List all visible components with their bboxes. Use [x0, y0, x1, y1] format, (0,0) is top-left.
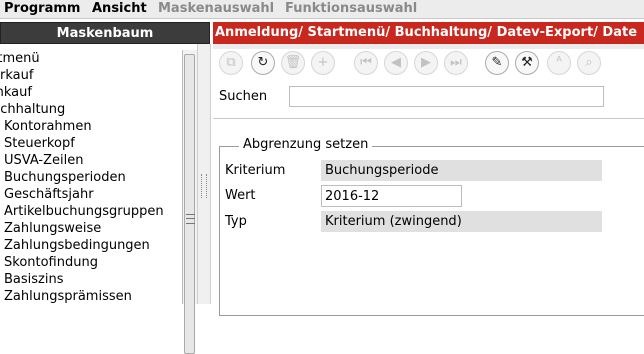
kriterium-field: Buchungsperiode	[321, 160, 602, 181]
search-label: Suchen	[219, 89, 268, 104]
typ-label: Typ	[225, 214, 247, 229]
search-replace-icon[interactable]: ᴬ	[547, 51, 571, 75]
group-legend: Abgrenzung setzen	[239, 137, 373, 153]
tree-item[interactable]: Basiszins	[4, 271, 182, 288]
panel-splitter[interactable]	[197, 44, 211, 304]
search-record-icon[interactable]: ⌕	[577, 51, 601, 75]
tree-item[interactable]: Geschäftsjahr	[4, 186, 182, 203]
tree-item[interactable]: USVA-Zeilen	[4, 152, 182, 169]
new-window-icon[interactable]: ⧉	[219, 51, 243, 75]
menu-ansicht[interactable]: Ansicht	[92, 0, 147, 18]
menu-programm[interactable]: Programm	[4, 0, 80, 18]
tree-item[interactable]: inkauf	[0, 84, 182, 101]
delete-icon[interactable]: 🗑	[281, 51, 305, 75]
splitter-grip-icon	[201, 174, 207, 198]
tree-item[interactable]: Skontofindung	[4, 254, 182, 271]
menu-funktionsauswahl[interactable]: Funktionsauswahl	[285, 0, 417, 18]
wert-label: Wert	[225, 188, 256, 203]
tree-item[interactable]: uchhaltung	[0, 101, 182, 118]
menu-bar: Programm Ansicht Maskenauswahl Funktions…	[0, 0, 644, 19]
next-record-icon[interactable]: ▶	[414, 51, 438, 75]
wert-input[interactable]	[321, 185, 462, 207]
tree-item[interactable]: Zahlungsbedingungen	[4, 237, 182, 254]
first-record-icon[interactable]: ⏮	[354, 51, 378, 75]
header-separator	[213, 44, 644, 49]
add-icon[interactable]: +	[311, 51, 335, 75]
divider	[213, 118, 644, 119]
tree-item[interactable]: Kontorahmen	[4, 118, 182, 135]
edit-icon[interactable]: ✎	[485, 51, 509, 75]
mask-tree: rtmenüerkaufinkaufuchhaltungKontorahmenS…	[0, 50, 182, 304]
previous-record-icon[interactable]: ◀	[384, 51, 408, 75]
menu-maskenauswahl[interactable]: Maskenauswahl	[158, 0, 274, 18]
tree-item[interactable]: Zahlungsweise	[4, 220, 182, 237]
mask-tree-header: Maskenbaum	[0, 22, 210, 44]
breadcrumb: Anmeldung/ Startmenü/ Buchhaltung/ Datev…	[213, 22, 644, 44]
tree-item[interactable]: Artikelbuchungsgruppen	[4, 203, 182, 220]
record-toolbar: ⧉ ↻ 🗑 + ⏮ ◀ ▶ ⏭ ✎ ⚒ ᴬ ⌕	[219, 51, 644, 77]
tree-item[interactable]: erkauf	[0, 67, 182, 84]
tree-scrollbar[interactable]	[182, 50, 197, 354]
tree-item[interactable]: rtmenü	[0, 50, 182, 67]
kriterium-label: Kriterium	[225, 163, 286, 178]
tools-icon[interactable]: ⚒	[515, 51, 539, 75]
search-input[interactable]	[289, 86, 604, 107]
tree-item[interactable]: Steuerkopf	[4, 135, 182, 152]
tree-item[interactable]: Buchungsperioden	[4, 169, 182, 186]
scrollbar-thumb[interactable]	[184, 54, 195, 354]
tree-item[interactable]: Zahlungsprämissen	[4, 288, 182, 304]
refresh-icon[interactable]: ↻	[251, 51, 275, 75]
typ-field: Kriterium (zwingend)	[321, 211, 602, 232]
scrollbar-grip-icon	[186, 214, 195, 224]
last-record-icon[interactable]: ⏭	[444, 51, 468, 75]
